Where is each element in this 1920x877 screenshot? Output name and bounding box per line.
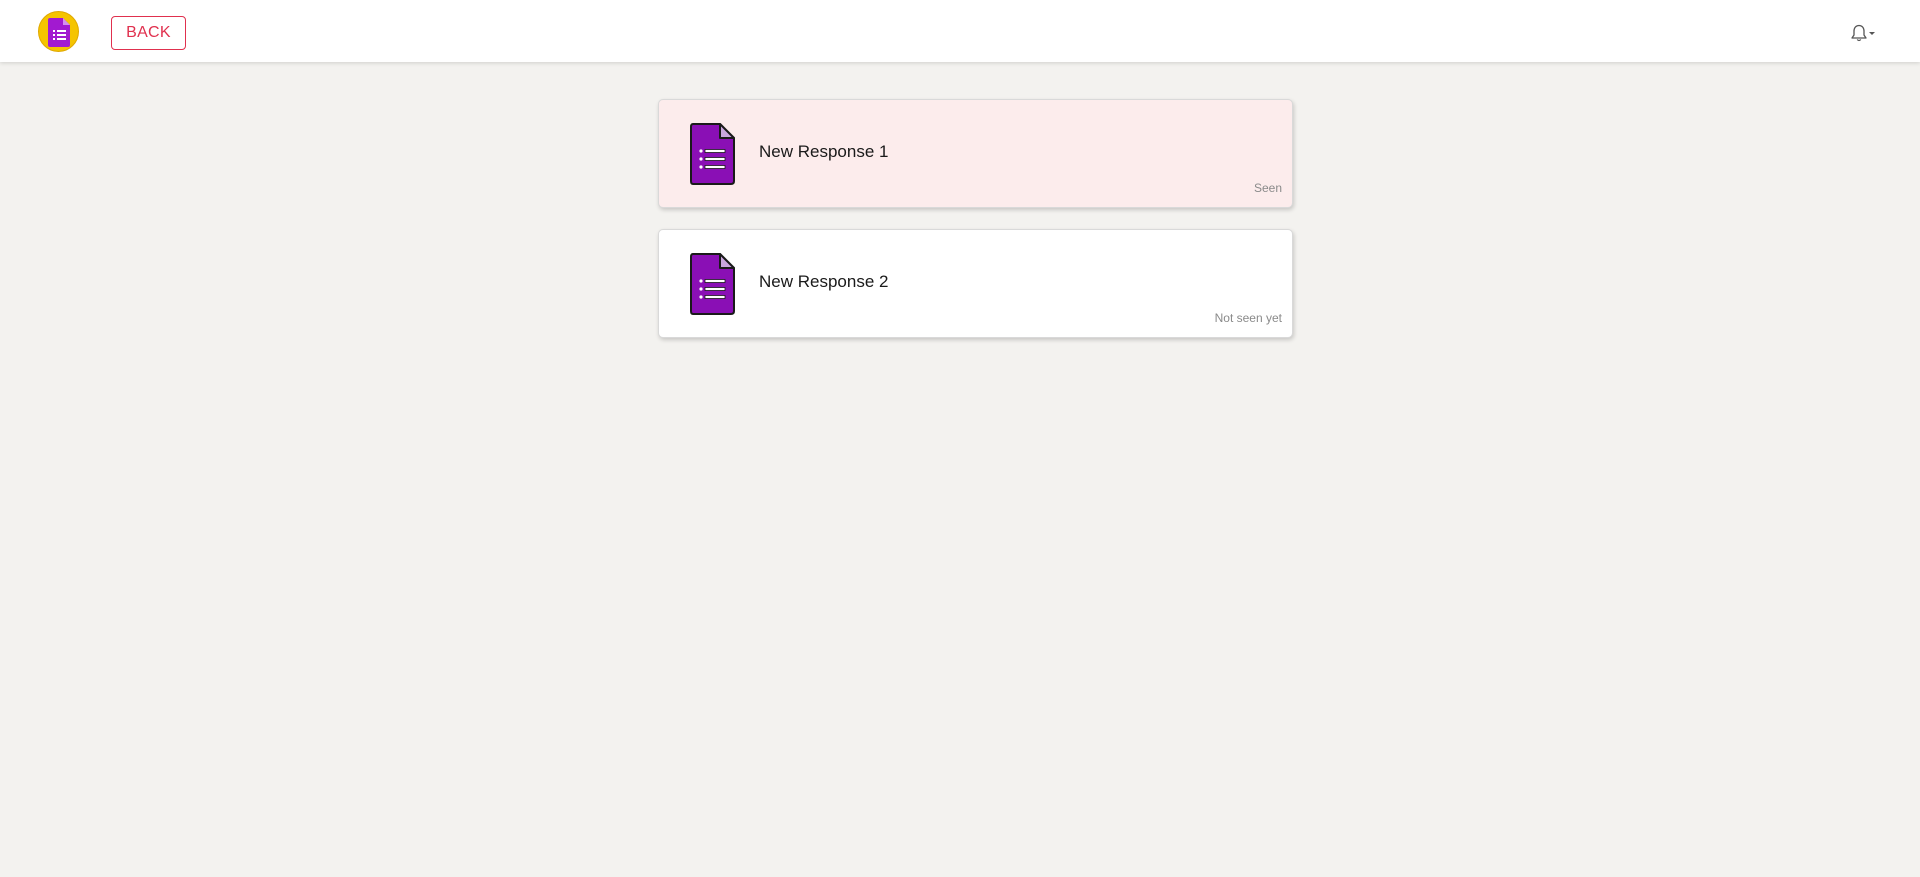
response-card[interactable]: New Response 2 Not seen yet xyxy=(658,229,1293,338)
response-status: Not seen yet xyxy=(1214,311,1282,325)
caret-down-icon xyxy=(1869,32,1875,35)
form-document-icon xyxy=(690,123,735,185)
response-title: New Response 2 xyxy=(759,272,889,291)
response-card[interactable]: New Response 1 Seen xyxy=(658,99,1293,208)
bell-icon xyxy=(1851,24,1875,42)
top-navbar: BACK xyxy=(0,0,1920,62)
forms-logo-icon[interactable] xyxy=(38,11,79,52)
response-status: Seen xyxy=(1253,181,1282,195)
back-button[interactable]: BACK xyxy=(111,16,186,50)
notifications-dropdown[interactable] xyxy=(1850,24,1880,44)
response-list: New Response 1 Seen New Response 2 Not s… xyxy=(658,99,1293,359)
form-document-icon xyxy=(690,253,735,315)
response-title: New Response 1 xyxy=(759,142,889,161)
